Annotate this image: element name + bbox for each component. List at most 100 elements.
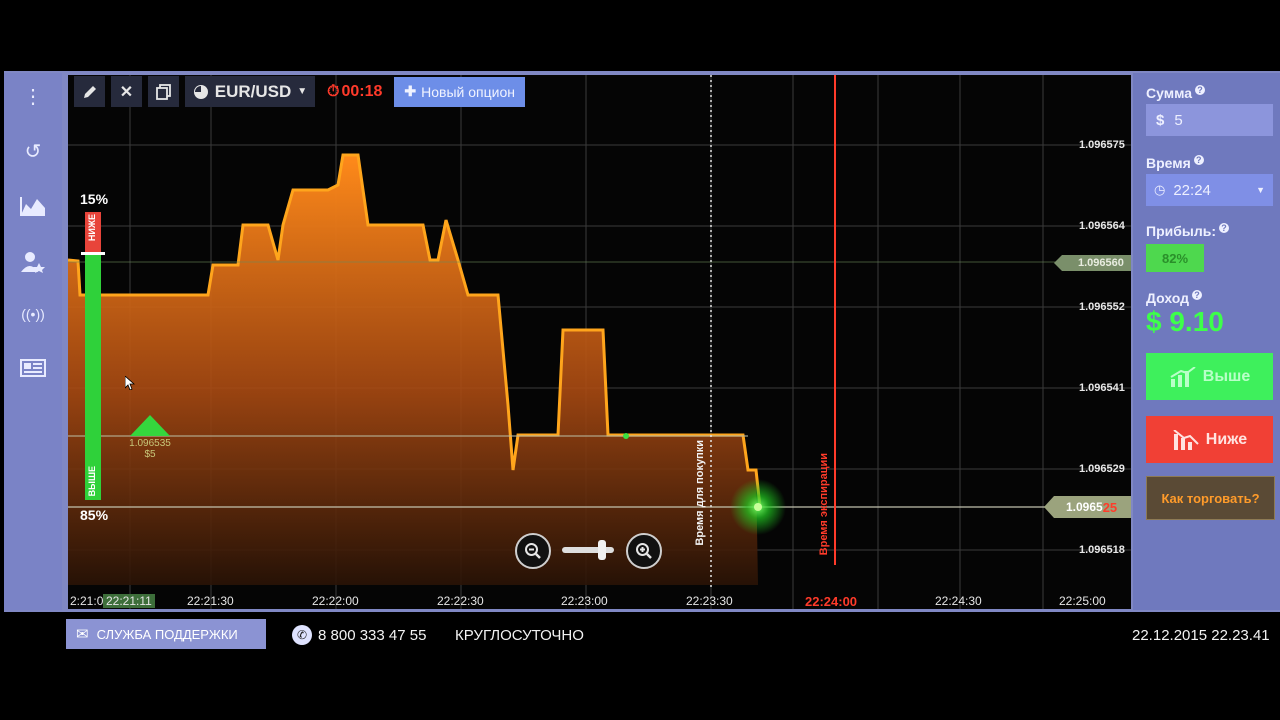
current-level-value: 1.096560 bbox=[1078, 257, 1124, 269]
plus-icon: ✚ bbox=[404, 83, 417, 99]
current-price-value: 1.0965 bbox=[1066, 500, 1103, 514]
amount-input[interactable]: $ 5 bbox=[1146, 104, 1273, 136]
draw-button[interactable] bbox=[74, 76, 105, 107]
chart-up-icon bbox=[1170, 366, 1196, 387]
income-label: Доход? bbox=[1146, 290, 1203, 306]
price-chart[interactable]: НИЖЕ ВЫШЕ 15% 85% 1.096535 $5 Время для … bbox=[68, 75, 1131, 609]
x-tick-expiry: 22:24:00 bbox=[805, 594, 858, 609]
y-label: 1.096529 bbox=[1079, 463, 1125, 475]
income-value: $ 9.10 bbox=[1146, 306, 1224, 337]
entry-amount: $5 bbox=[144, 449, 156, 460]
phone-info: ✆ 8 800 333 47 55 bbox=[292, 622, 426, 648]
entry-price-label: 1.096535 $5 bbox=[128, 438, 172, 460]
clock-icon bbox=[193, 84, 208, 99]
call-button-label: Выше bbox=[1202, 367, 1251, 385]
amount-value: 5 bbox=[1174, 111, 1183, 129]
asset-selector[interactable]: EUR/USD ▼ bbox=[185, 76, 315, 107]
chevron-down-icon: ▼ bbox=[1256, 185, 1265, 195]
zoom-slider-handle[interactable] bbox=[598, 540, 606, 560]
footer-datetime: 22.12.2015 22.23.41 bbox=[1132, 626, 1270, 644]
current-price-suffix: 25 bbox=[1102, 499, 1118, 515]
timer-value: 00:18 bbox=[341, 82, 383, 100]
signal-icon[interactable]: ((•)) bbox=[18, 299, 48, 329]
x-tick: 22:25:00 bbox=[1059, 594, 1106, 608]
time-label: Время? bbox=[1146, 155, 1204, 171]
y-label: 1.096564 bbox=[1079, 220, 1125, 232]
support-label: СЛУЖБА ПОДДЕРЖКИ bbox=[96, 626, 238, 642]
put-button-label: Ниже bbox=[1205, 430, 1248, 448]
support-button[interactable]: ✉ СЛУЖБА ПОДДЕРЖКИ bbox=[66, 619, 266, 649]
help-icon[interactable]: ? bbox=[1192, 290, 1203, 300]
sentiment-bar: НИЖЕ ВЫШЕ bbox=[81, 212, 105, 500]
sentiment-up-segment: ВЫШЕ bbox=[85, 254, 101, 500]
how-to-trade-button[interactable]: Как торговать? bbox=[1146, 476, 1275, 520]
x-tick: 22:22:00 bbox=[312, 594, 359, 608]
sentiment-divider bbox=[81, 252, 105, 255]
pencil-icon bbox=[83, 85, 96, 98]
x-tick: 22:24:30 bbox=[935, 594, 982, 608]
x-tick: 22:23:00 bbox=[561, 594, 608, 608]
sentiment-down-label: НИЖЕ bbox=[87, 214, 97, 242]
sentiment-bottom-percent: 85% bbox=[80, 507, 109, 523]
y-label: 1.096552 bbox=[1079, 301, 1125, 313]
profit-badge: 82% bbox=[1146, 244, 1204, 272]
envelope-icon: ✉ bbox=[76, 626, 89, 643]
copy-button[interactable] bbox=[148, 76, 179, 107]
trade-panel bbox=[1133, 73, 1280, 610]
x-tick: 22:21:30 bbox=[187, 594, 234, 608]
zoom-slider[interactable] bbox=[562, 540, 614, 560]
close-button[interactable]: ✕ bbox=[111, 76, 142, 107]
close-icon: ✕ bbox=[119, 83, 134, 101]
sentiment-up-label: ВЫШЕ bbox=[87, 465, 97, 496]
users-icon[interactable] bbox=[18, 247, 48, 277]
new-option-label: Новый опцион bbox=[421, 83, 515, 100]
y-label: 1.096518 bbox=[1079, 544, 1125, 556]
zoom-in-icon bbox=[636, 543, 652, 559]
sentiment-down-segment: НИЖЕ bbox=[85, 212, 101, 254]
time-select[interactable]: ◷ 22:24 ▼ bbox=[1146, 174, 1273, 206]
x-tick: 2:21:0 bbox=[70, 594, 104, 608]
help-icon[interactable]: ? bbox=[1195, 85, 1206, 95]
profit-label: Прибыль:? bbox=[1146, 223, 1229, 239]
sentiment-top-percent: 15% bbox=[80, 191, 109, 207]
countdown-timer: ⏱ 00:18 bbox=[321, 76, 388, 107]
call-button[interactable]: Выше bbox=[1146, 353, 1273, 400]
currency-symbol: $ bbox=[1156, 111, 1165, 129]
stopwatch-icon: ⏱ bbox=[327, 82, 340, 100]
time-value: 22:24 bbox=[1173, 181, 1211, 199]
help-icon[interactable]: ? bbox=[1219, 223, 1229, 233]
how-to-trade-label: Как торговать? bbox=[1161, 490, 1260, 506]
x-tick-current: 22:21:11 bbox=[103, 594, 155, 608]
chart-down-icon bbox=[1173, 429, 1199, 450]
left-sidebar: ⋮ ↺ ((•)) bbox=[4, 73, 62, 610]
chart-icon[interactable] bbox=[18, 191, 48, 221]
help-icon[interactable]: ? bbox=[1193, 155, 1204, 165]
chevron-down-icon: ▼ bbox=[297, 86, 308, 97]
put-button[interactable]: Ниже bbox=[1146, 416, 1273, 463]
mouse-cursor-icon bbox=[125, 376, 135, 390]
entry-price: 1.096535 bbox=[129, 438, 171, 449]
x-tick: 22:23:30 bbox=[686, 594, 733, 608]
news-icon[interactable] bbox=[18, 353, 48, 383]
amount-label: Сумма? bbox=[1146, 85, 1206, 101]
zoom-in-button[interactable] bbox=[626, 533, 662, 569]
history-icon[interactable]: ↺ bbox=[18, 136, 48, 166]
support-hours: КРУГЛОСУТОЧНО bbox=[455, 626, 584, 644]
chart-toolbar: ✕ EUR/USD ▼ ⏱ 00:18 ✚ Новый опцион bbox=[74, 76, 525, 107]
purchase-time-label: Время для покупки bbox=[694, 440, 706, 546]
asset-pair-label: EUR/USD bbox=[214, 81, 292, 101]
clock-icon: ◷ bbox=[1154, 182, 1166, 197]
x-tick: 22:22:30 bbox=[437, 594, 484, 608]
phone-number[interactable]: 8 800 333 47 55 bbox=[318, 627, 426, 644]
phone-icon: ✆ bbox=[292, 625, 312, 645]
zoom-out-icon bbox=[525, 543, 541, 559]
y-label: 1.096541 bbox=[1079, 382, 1125, 394]
current-price-tag: 1.0965 25 bbox=[1044, 496, 1131, 518]
zoom-out-button[interactable] bbox=[515, 533, 551, 569]
more-icon[interactable]: ⋮ bbox=[18, 81, 48, 111]
y-label: 1.096575 bbox=[1079, 139, 1125, 151]
copy-icon bbox=[155, 83, 171, 100]
profit-value: 82% bbox=[1161, 250, 1189, 266]
new-option-button[interactable]: ✚ Новый опцион bbox=[394, 76, 525, 107]
expiry-time-label: Время экспирации bbox=[818, 453, 830, 556]
